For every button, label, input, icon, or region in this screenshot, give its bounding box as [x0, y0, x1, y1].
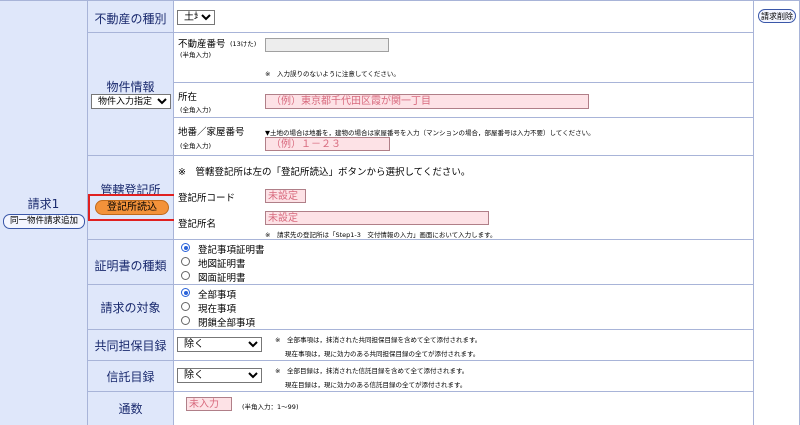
copies-value-cell: 未入力 (半角入力：1～99): [174, 392, 754, 425]
joint-collateral-note1: ※ 全部事項は，抹消された共同担保目録を含めて全て添付されます。: [275, 336, 482, 344]
registry-code-value: 未設定: [265, 189, 306, 203]
location-input-note: (全角入力): [180, 106, 212, 114]
joint-collateral-select[interactable]: 除く: [177, 337, 262, 352]
registry-instruction: ※ 管轄登記所は左の「登記所読込」ボタンから選択してください。: [178, 167, 471, 178]
property-type-label: 不動産の種別: [94, 12, 167, 26]
certificate-option-radio-2[interactable]: [181, 271, 190, 280]
property-number-input[interactable]: [265, 38, 389, 52]
request-target-label: 請求の対象: [100, 301, 161, 315]
property-type-label-cell: 不動産の種別: [88, 1, 174, 33]
trust-note1: ※ 全部目録は，抹消された信託目録を含めて全て添付されます。: [275, 367, 469, 375]
registry-office-value-cell: ※ 管轄登記所は左の「登記所読込」ボタンから選択してください。 登記所コード 未…: [174, 156, 754, 240]
joint-collateral-label-cell: 共同担保目録: [88, 330, 174, 361]
certificate-option-label-1: 地図証明書: [198, 259, 246, 270]
lot-number-label: 地番／家屋番号: [178, 127, 245, 138]
certificate-option-radio-0[interactable]: [181, 243, 190, 252]
trust-label: 信託目録: [106, 370, 155, 384]
property-number-input-note: (半角入力): [180, 51, 212, 59]
certificate-option-radio-1[interactable]: [181, 257, 190, 266]
certificate-type-options-cell: 登記事項証明書 地図証明書 図面証明書: [174, 240, 754, 285]
registry-name-note: ※ 請求先の登記所は「Step1-3 交付情報の入力」画面において入力します。: [265, 231, 497, 239]
copies-label: 通数: [118, 402, 143, 416]
target-option-label-1: 現在事項: [198, 304, 237, 315]
copies-input-note: (半角入力：1～99): [242, 403, 299, 411]
certificate-type-label-cell: 証明書の種類: [88, 240, 174, 285]
target-option-label-2: 閉鎖全部事項: [198, 318, 256, 329]
joint-collateral-label: 共同担保目録: [94, 339, 167, 353]
target-option-radio-2[interactable]: [181, 316, 190, 325]
property-info-label-cell: 物件情報 物件入力指定: [88, 33, 174, 156]
trust-note2: 現在目録は，現に効力のある信託目録の全てが添付されます。: [285, 381, 467, 389]
lot-number-note: ▼土地の場合は地番を，建物の場合は家屋番号を入力（マンションの場合，部屋番号は入…: [265, 129, 595, 137]
copies-label-cell: 通数: [88, 392, 174, 425]
trust-select[interactable]: 除く: [177, 368, 262, 383]
request-target-options-cell: 全部事項 現在事項 閉鎖全部事項: [174, 285, 754, 330]
property-type-value-cell: 土地: [174, 1, 754, 33]
target-option-radio-0[interactable]: [181, 288, 190, 297]
location-cell: 所在 (全角入力) （例）東京都千代田区霞が関一丁目: [174, 83, 754, 118]
request-header-cell: 請求1 同一物件請求追加: [0, 1, 88, 425]
trust-value-cell: 除く ※ 全部目録は，抹消された信託目録を含めて全て添付されます。 現在目録は，…: [174, 361, 754, 392]
property-number-digits-note: (13けた): [230, 40, 257, 48]
property-number-cell: 不動産番号 (13けた) (半角入力) ※ 入力誤りのないように注意してください…: [174, 33, 754, 83]
registry-name-value: 未設定: [265, 211, 489, 225]
certificate-option-label-2: 図面証明書: [198, 273, 246, 284]
certificate-option-label-0: 登記事項証明書: [198, 245, 265, 256]
trust-label-cell: 信託目録: [88, 361, 174, 392]
registry-read-button[interactable]: 登記所読込: [95, 200, 169, 215]
property-info-label: 物件情報: [106, 80, 155, 94]
lot-number-input-note: (全角入力): [180, 142, 212, 150]
joint-collateral-value-cell: 除く ※ 全部事項は，抹消された共同担保目録を含めて全て添付されます。 現在事項…: [174, 330, 754, 361]
property-number-warning: ※ 入力誤りのないように注意してください。: [265, 70, 400, 78]
location-label: 所在: [178, 92, 198, 103]
lot-number-cell: 地番／家屋番号 (全角入力) ▼土地の場合は地番を，建物の場合は家屋番号を入力（…: [174, 118, 754, 156]
registry-code-label: 登記所コード: [178, 193, 236, 204]
request-label: 請求1: [27, 197, 60, 211]
property-input-mode-select[interactable]: 物件入力指定: [91, 94, 171, 109]
request-target-label-cell: 請求の対象: [88, 285, 174, 330]
joint-collateral-note2: 現在事項は，現に効力のある共同担保目録の全てが添付されます。: [285, 350, 480, 358]
request-form-table: 請求1 同一物件請求追加 請求削除 不動産の種別 土地 物件情報 物件入力指定 …: [0, 0, 800, 425]
certificate-type-label: 証明書の種類: [94, 259, 167, 273]
lot-number-input[interactable]: （例）１－２３: [265, 137, 390, 151]
delete-request-button[interactable]: 請求削除: [758, 9, 796, 23]
target-option-radio-1[interactable]: [181, 302, 190, 311]
property-type-select[interactable]: 土地: [177, 10, 215, 25]
target-option-label-0: 全部事項: [198, 290, 237, 301]
location-input[interactable]: （例）東京都千代田区霞が関一丁目: [265, 94, 589, 109]
copies-input[interactable]: 未入力: [186, 397, 232, 411]
property-number-label: 不動産番号: [178, 39, 226, 50]
add-same-property-button[interactable]: 同一物件請求追加: [3, 214, 85, 229]
registry-name-label: 登記所名: [178, 219, 217, 230]
delete-column: 請求削除: [754, 1, 800, 425]
